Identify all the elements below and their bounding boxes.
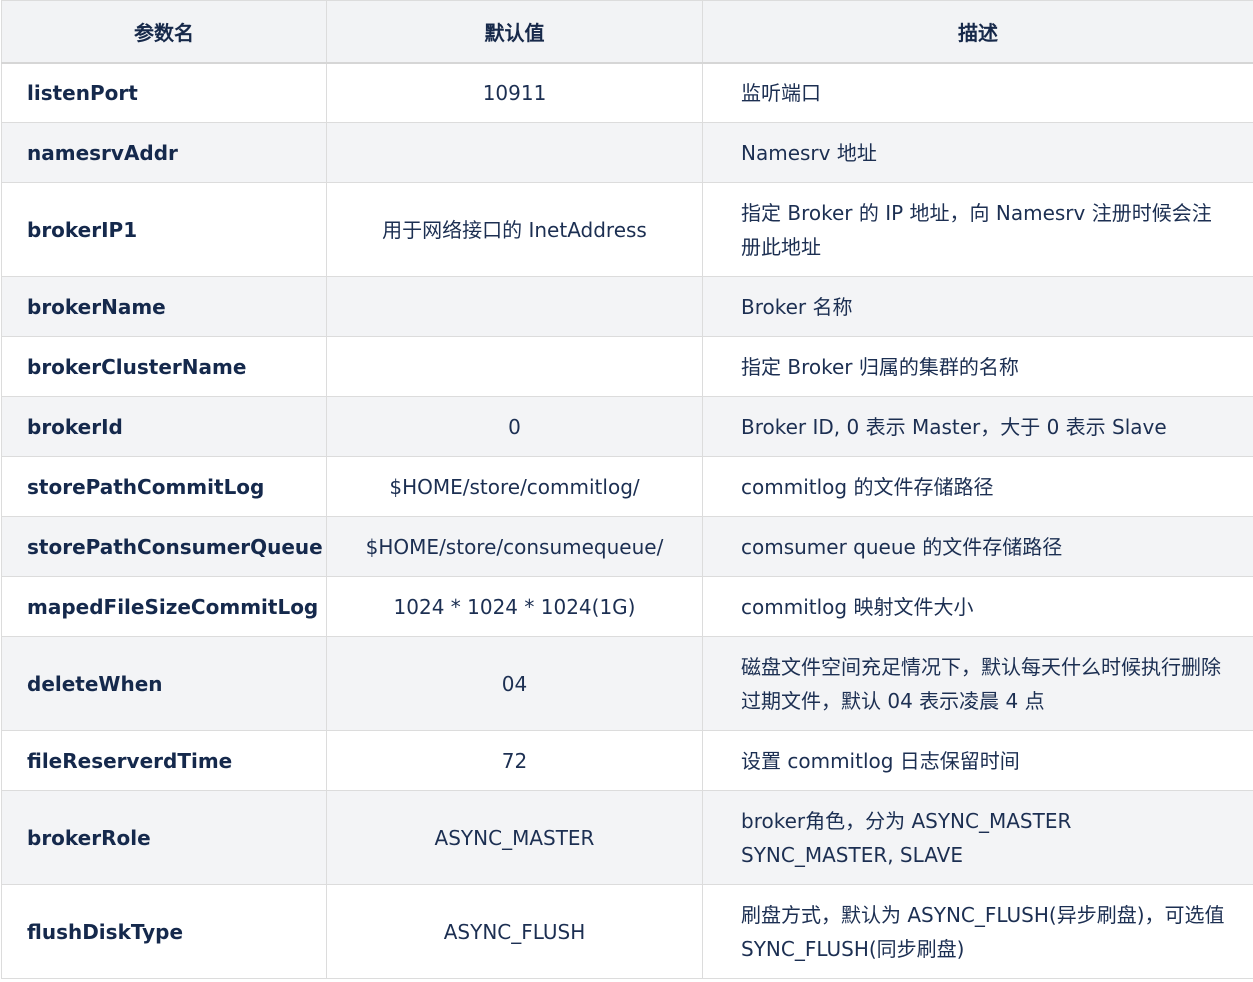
default-value-cell [326,122,703,183]
param-name-cell: brokerName [1,276,327,337]
default-value-cell: $HOME/store/commitlog/ [326,456,703,517]
table-row: fileReserverdTime 72 设置 commitlog 日志保留时间 [1,730,1253,791]
description-cell: Broker ID, 0 表示 Master，大于 0 表示 Slave [702,396,1253,457]
description-cell: 监听端口 [702,62,1253,123]
default-value-cell: 用于网络接口的 InetAddress [326,182,703,277]
param-name-cell: listenPort [1,62,327,123]
param-name-cell: mapedFileSizeCommitLog [1,576,327,637]
default-value-cell: 0 [326,396,703,457]
default-value-cell [326,276,703,337]
param-name-cell: brokerRole [1,790,327,885]
table-row: deleteWhen 04 磁盘文件空间充足情况下，默认每天什么时候执行删除过期… [1,636,1253,731]
param-name-cell: fileReserverdTime [1,730,327,791]
table-row: storePathCommitLog $HOME/store/commitlog… [1,456,1253,517]
description-cell: 指定 Broker 归属的集群的名称 [702,336,1253,397]
description-cell: 设置 commitlog 日志保留时间 [702,730,1253,791]
description-cell: 刷盘方式，默认为 ASYNC_FLUSH(异步刷盘)，可选值SYNC_FLUSH… [702,884,1253,979]
param-name-cell: brokerIP1 [1,182,327,277]
default-value-cell: 10911 [326,62,703,123]
description-cell: commitlog 的文件存储路径 [702,456,1253,517]
table-row: namesrvAddr Namesrv 地址 [1,122,1253,183]
table-row: brokerIP1 用于网络接口的 InetAddress 指定 Broker … [1,182,1253,277]
default-value-cell: 1024 * 1024 * 1024(1G) [326,576,703,637]
table-row: listenPort 10911 监听端口 [1,62,1253,123]
description-cell: 磁盘文件空间充足情况下，默认每天什么时候执行删除过期文件，默认 04 表示凌晨 … [702,636,1253,731]
description-cell: Broker 名称 [702,276,1253,337]
description-cell: commitlog 映射文件大小 [702,576,1253,637]
table-row: storePathConsumerQueue $HOME/store/consu… [1,516,1253,577]
default-value-cell: ASYNC_FLUSH [326,884,703,979]
table-row: brokerId 0 Broker ID, 0 表示 Master，大于 0 表… [1,396,1253,457]
default-value-cell: 72 [326,730,703,791]
param-name-cell: storePathCommitLog [1,456,327,517]
default-value-cell: $HOME/store/consumequeue/ [326,516,703,577]
param-name-cell: storePathConsumerQueue [1,516,327,577]
description-cell: broker角色，分为 ASYNC_MASTER SYNC_MASTER, SL… [702,790,1253,885]
param-name-cell: flushDiskType [1,884,327,979]
header-row: 参数名 默认值 描述 [1,0,1253,64]
table-body: listenPort 10911 监听端口 namesrvAddr Namesr… [1,62,1253,979]
param-name-cell: namesrvAddr [1,122,327,183]
table-row: brokerName Broker 名称 [1,276,1253,337]
param-name-cell: deleteWhen [1,636,327,731]
description-cell: Namesrv 地址 [702,122,1253,183]
default-value-cell: ASYNC_MASTER [326,790,703,885]
table-row: brokerClusterName 指定 Broker 归属的集群的名称 [1,336,1253,397]
description-cell: 指定 Broker 的 IP 地址，向 Namesrv 注册时候会注册此地址 [702,182,1253,277]
table-row: flushDiskType ASYNC_FLUSH 刷盘方式，默认为 ASYNC… [1,884,1253,979]
header-param-name: 参数名 [1,0,327,64]
table-header: 参数名 默认值 描述 [1,0,1253,64]
header-description: 描述 [702,0,1253,64]
param-name-cell: brokerId [1,396,327,457]
parameter-table: 参数名 默认值 描述 listenPort 10911 监听端口 namesrv… [1,0,1253,979]
param-name-cell: brokerClusterName [1,336,327,397]
table-row: brokerRole ASYNC_MASTER broker角色，分为 ASYN… [1,790,1253,885]
header-default-value: 默认值 [326,0,703,64]
default-value-cell [326,336,703,397]
table-row: mapedFileSizeCommitLog 1024 * 1024 * 102… [1,576,1253,637]
description-cell: comsumer queue 的文件存储路径 [702,516,1253,577]
default-value-cell: 04 [326,636,703,731]
